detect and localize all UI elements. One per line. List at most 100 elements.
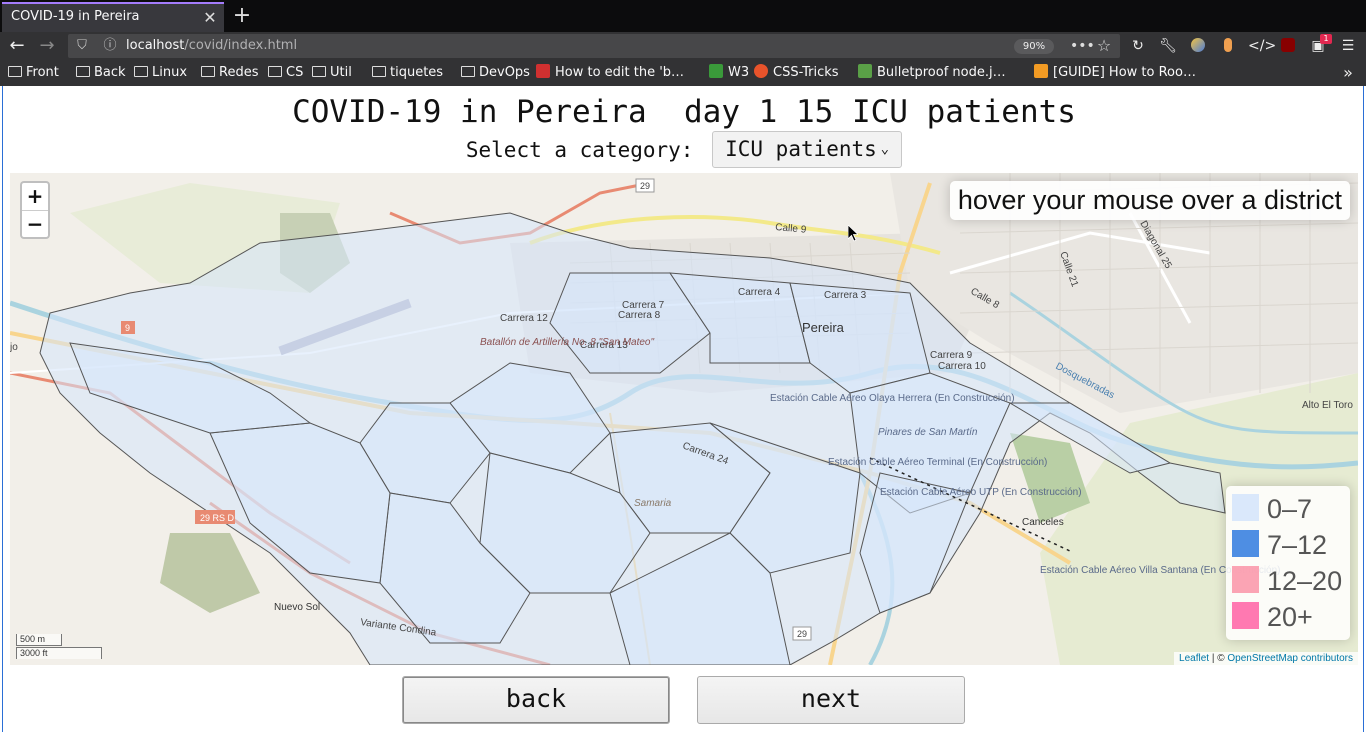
bookmark-link-bulletproof[interactable]: Bulletproof node.j…: [858, 64, 1006, 82]
category-select-value: ICU patients: [725, 137, 877, 161]
bookmark-label: Bulletproof node.j…: [877, 65, 1006, 80]
chevron-down-icon: ⌄: [880, 141, 890, 157]
bookmark-label: Linux: [152, 65, 188, 80]
bookmark-link-w3[interactable]: W3: [709, 64, 749, 82]
bookmark-label: Back: [94, 65, 126, 80]
bookmark-link-edit[interactable]: How to edit the 'b…: [536, 64, 684, 82]
category-label: Select a category:: [465, 137, 694, 162]
ublock-icon[interactable]: [1278, 36, 1298, 56]
folder-icon: [372, 66, 386, 77]
bookmark-label: DevOps: [479, 65, 530, 80]
bookmark-folder-back[interactable]: Back: [76, 64, 126, 82]
bookmark-folder-front[interactable]: Front: [8, 64, 59, 82]
bookmark-folder-cs[interactable]: CS: [268, 64, 303, 82]
leaflet-link[interactable]: Leaflet: [1179, 653, 1209, 664]
url-text[interactable]: localhost/covid/index.html: [126, 34, 297, 58]
next-button[interactable]: next: [697, 676, 965, 724]
map-label-canceles: Canceles: [1022, 517, 1064, 528]
map-tiles: Pereira Calle 9 Carrera 4 Carrera 3 Carr…: [10, 173, 1358, 665]
map-label-jo: jo: [10, 342, 18, 353]
category-select[interactable]: ICU patients ⌄: [712, 131, 903, 168]
scale-metric: 500 m: [16, 634, 62, 646]
legend-item: 0–7: [1232, 491, 1344, 527]
new-tab-icon[interactable]: +: [232, 4, 252, 28]
legend-swatch: [1232, 530, 1259, 557]
favicon-icon: [536, 64, 550, 78]
map-attribution: Leaflet | © OpenStreetMap contributors: [1174, 652, 1358, 665]
legend-label: 7–12: [1267, 530, 1328, 560]
map-label-carrera4: Carrera 4: [738, 287, 781, 298]
favicon-icon: [1034, 64, 1048, 78]
folder-icon: [312, 66, 326, 77]
url-bar[interactable]: ⛉ ⓘ localhost/covid/index.html 90% ••• ☆: [68, 34, 1120, 58]
map-label-carrera3: Carrera 3: [824, 290, 867, 301]
url-path: /covid/index.html: [184, 38, 298, 53]
bookmark-folder-linux[interactable]: Linux: [134, 64, 187, 82]
legend-label: 0–7: [1267, 494, 1313, 524]
bookmark-link-guide[interactable]: [GUIDE] How to Roo…: [1034, 64, 1196, 82]
map-label-carrera9: Carrera 9: [930, 350, 973, 361]
favicon-icon: [858, 64, 872, 78]
folder-icon: [8, 66, 22, 77]
folder-icon: [268, 66, 282, 77]
zoom-level[interactable]: 90%: [1014, 39, 1054, 54]
url-host: localhost: [126, 38, 185, 53]
category-selector-row: Select a category: ICU patients ⌄: [3, 131, 1365, 168]
page-content: COVID-19 in Pereira day 1 15 ICU patient…: [2, 86, 1364, 732]
map-label-estacion-utp: Estación Cable Aéreo UTP (En Construcció…: [880, 487, 1082, 498]
legend-item: 20+: [1232, 599, 1344, 635]
map-label-nuevo-sol: Nuevo Sol: [274, 602, 320, 613]
legend-item: 7–12: [1232, 527, 1344, 563]
close-icon[interactable]: ✕: [202, 10, 218, 26]
info-icon[interactable]: ⓘ: [102, 38, 118, 54]
chevron-double-right-icon[interactable]: »: [1338, 63, 1358, 83]
scale-imperial: 3000 ft: [16, 647, 102, 659]
bookmark-folder-redes[interactable]: Redes: [201, 64, 258, 82]
wrench-icon[interactable]: 🔧︎: [1158, 36, 1178, 56]
legend-swatch: [1232, 602, 1259, 629]
map-label-samaria: Samaria: [634, 498, 672, 509]
district-map[interactable]: Pereira Calle 9 Carrera 4 Carrera 3 Carr…: [10, 173, 1358, 665]
map-label-batallon: Batallón de Artillería No. 8 "San Mateo": [480, 337, 654, 348]
zoom-control: + −: [20, 181, 50, 239]
page-title: COVID-19 in Pereira day 1 15 ICU patient…: [292, 94, 1076, 130]
bookmark-label: Redes: [219, 65, 259, 80]
map-label-carrera10: Carrera 10: [938, 361, 986, 372]
mouse-cursor-icon: [848, 225, 858, 242]
map-label-alto-el-toro: Alto El Toro: [1302, 400, 1353, 411]
tab-title: COVID-19 in Pereira: [11, 9, 140, 24]
folder-icon: [76, 66, 90, 77]
district-info-box: hover your mouse over a district: [949, 181, 1350, 220]
forward-arrow-icon[interactable]: →: [36, 36, 58, 56]
bookmark-label: How to edit the 'b…: [555, 65, 685, 80]
bookmark-label: Util: [330, 65, 352, 80]
extension-icon[interactable]: [1188, 36, 1208, 56]
extension-badge: 1: [1320, 34, 1332, 44]
code-icon[interactable]: </>: [1248, 36, 1276, 56]
map-label-carrera12: Carrera 12: [500, 313, 548, 324]
map-label-carrera8: Carrera 8: [618, 310, 661, 321]
zoom-in-button[interactable]: +: [22, 183, 48, 210]
attribution-separator: | ©: [1211, 653, 1225, 664]
browser-tab[interactable]: COVID-19 in Pereira ✕: [2, 2, 224, 32]
bookmark-folder-tiquetes[interactable]: tiquetes: [372, 64, 443, 82]
favicon-icon: [754, 64, 768, 78]
extension-icon[interactable]: [1218, 36, 1238, 56]
shield-icon[interactable]: ⛉: [74, 38, 90, 54]
map-label-pinares: Pinares de San Martín: [878, 427, 978, 438]
osm-link[interactable]: OpenStreetMap contributors: [1227, 653, 1353, 664]
back-button[interactable]: back: [402, 676, 670, 724]
reload-icon[interactable]: ↻: [1128, 36, 1148, 56]
bookmark-star-icon[interactable]: ☆: [1094, 36, 1114, 56]
zoom-out-button[interactable]: −: [22, 210, 48, 237]
bookmark-label: W3: [728, 65, 750, 80]
legend-item: 12–20: [1232, 563, 1344, 599]
legend-label: 12–20: [1267, 566, 1343, 596]
hamburger-menu-icon[interactable]: ☰: [1338, 36, 1358, 56]
bookmark-folder-devops[interactable]: DevOps: [461, 64, 530, 82]
back-arrow-icon[interactable]: ←: [6, 36, 28, 56]
more-actions-icon[interactable]: •••: [1070, 36, 1095, 56]
bookmark-folder-util[interactable]: Util: [312, 64, 352, 82]
bookmark-link-css-tricks[interactable]: CSS-Tricks: [754, 64, 839, 82]
map-label-route-29rsd: 29 RS D: [200, 513, 235, 523]
